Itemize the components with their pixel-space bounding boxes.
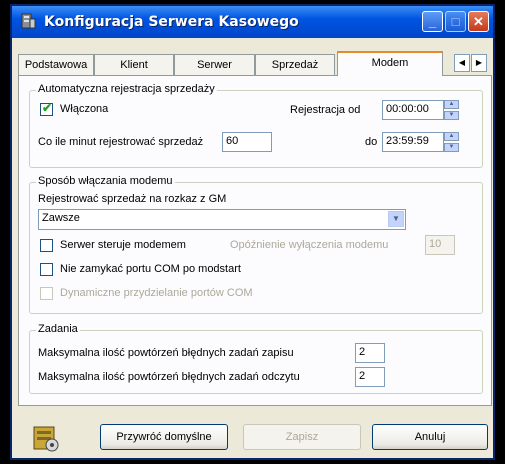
server-app-icon	[21, 13, 36, 29]
maximize-button: □	[445, 11, 466, 32]
modem-tab-panel: Automatyczna rejestracja sprzedaży ✔ Włą…	[18, 75, 492, 406]
gear-icon	[33, 426, 59, 452]
restore-defaults-button[interactable]: Przywróć domyślne	[100, 424, 228, 450]
chevron-down-icon[interactable]: ▼	[388, 211, 404, 227]
tab-strip: Podstawowa Klient Serwer Sprzedaż Modem …	[18, 51, 492, 76]
close-button[interactable]: ✕	[468, 11, 489, 32]
modem-mode-group: Sposób włączania modemu Rejestrować sprz…	[29, 175, 483, 314]
auto-registration-group: Automatyczna rejestracja sprzedaży ✔ Włą…	[29, 83, 483, 168]
enabled-label: Włączona	[60, 103, 109, 115]
register-to-spinner[interactable]: ▲ ▼	[444, 132, 459, 152]
tab-scroll-right-icon[interactable]: ▶	[471, 54, 487, 72]
server-controls-label: Serwer steruje modemem	[60, 239, 186, 251]
tab-podstawowa[interactable]: Podstawowa	[18, 54, 94, 75]
tab-serwer[interactable]: Serwer	[174, 54, 255, 75]
title-bar[interactable]: Konfiguracja Serwera Kasowego _ □ ✕	[12, 6, 493, 38]
cancel-button[interactable]: Anuluj	[372, 424, 488, 450]
tasks-legend: Zadania	[36, 323, 80, 335]
tab-modem[interactable]: Modem	[337, 51, 443, 76]
register-to-label: do	[365, 136, 378, 148]
delay-input: 10	[425, 235, 455, 255]
tab-klient[interactable]: Klient	[94, 54, 174, 75]
gm-label: Rejestrować sprzedaż na rozkaz z GM	[38, 193, 227, 205]
register-from-label: Rejestracja od	[290, 104, 361, 116]
tasks-group: Zadania Maksymalna ilość powtórzeń błędn…	[29, 323, 483, 394]
write-retries-label: Maksymalna ilość powtórzeń błędnych zada…	[38, 347, 294, 359]
dynamic-com-checkbox	[40, 287, 53, 300]
tab-scroll-left-icon[interactable]: ◀	[454, 54, 470, 72]
server-controls-checkbox[interactable]	[40, 239, 53, 252]
register-to-input[interactable]: 23:59:59	[382, 132, 444, 152]
read-retries-input[interactable]: 2	[355, 367, 385, 387]
minutes-label: Co ile minut rejestrować sprzedaż	[38, 136, 204, 148]
minimize-button[interactable]: _	[422, 11, 443, 32]
config-window: Konfiguracja Serwera Kasowego _ □ ✕ Pods…	[10, 4, 495, 460]
register-from-input[interactable]: 00:00:00	[382, 100, 444, 120]
auto-registration-legend: Automatyczna rejestracja sprzedaży	[36, 83, 217, 95]
dynamic-com-label: Dynamiczne przydzielanie portów COM	[60, 287, 253, 299]
enabled-checkbox[interactable]: ✔	[40, 101, 53, 116]
no-close-com-checkbox[interactable]	[40, 263, 53, 276]
tab-sprzedaz[interactable]: Sprzedaż	[255, 54, 335, 75]
minutes-input[interactable]: 60	[222, 132, 272, 152]
no-close-com-label: Nie zamykać portu COM po modstart	[60, 263, 241, 275]
read-retries-label: Maksymalna ilość powtórzeń błędnych zada…	[38, 371, 300, 383]
window-title: Konfiguracja Serwera Kasowego	[44, 14, 299, 30]
save-button: Zapisz	[243, 424, 361, 450]
gm-select[interactable]: Zawsze ▼	[38, 209, 406, 230]
register-from-spinner[interactable]: ▲ ▼	[444, 100, 459, 120]
gm-select-value: Zawsze	[42, 212, 80, 224]
check-icon: ✔	[42, 101, 53, 115]
modem-mode-legend: Sposób włączania modemu	[36, 175, 175, 187]
delay-label: Opóźnienie wyłączenia modemu	[230, 239, 389, 251]
write-retries-input[interactable]: 2	[355, 343, 385, 363]
